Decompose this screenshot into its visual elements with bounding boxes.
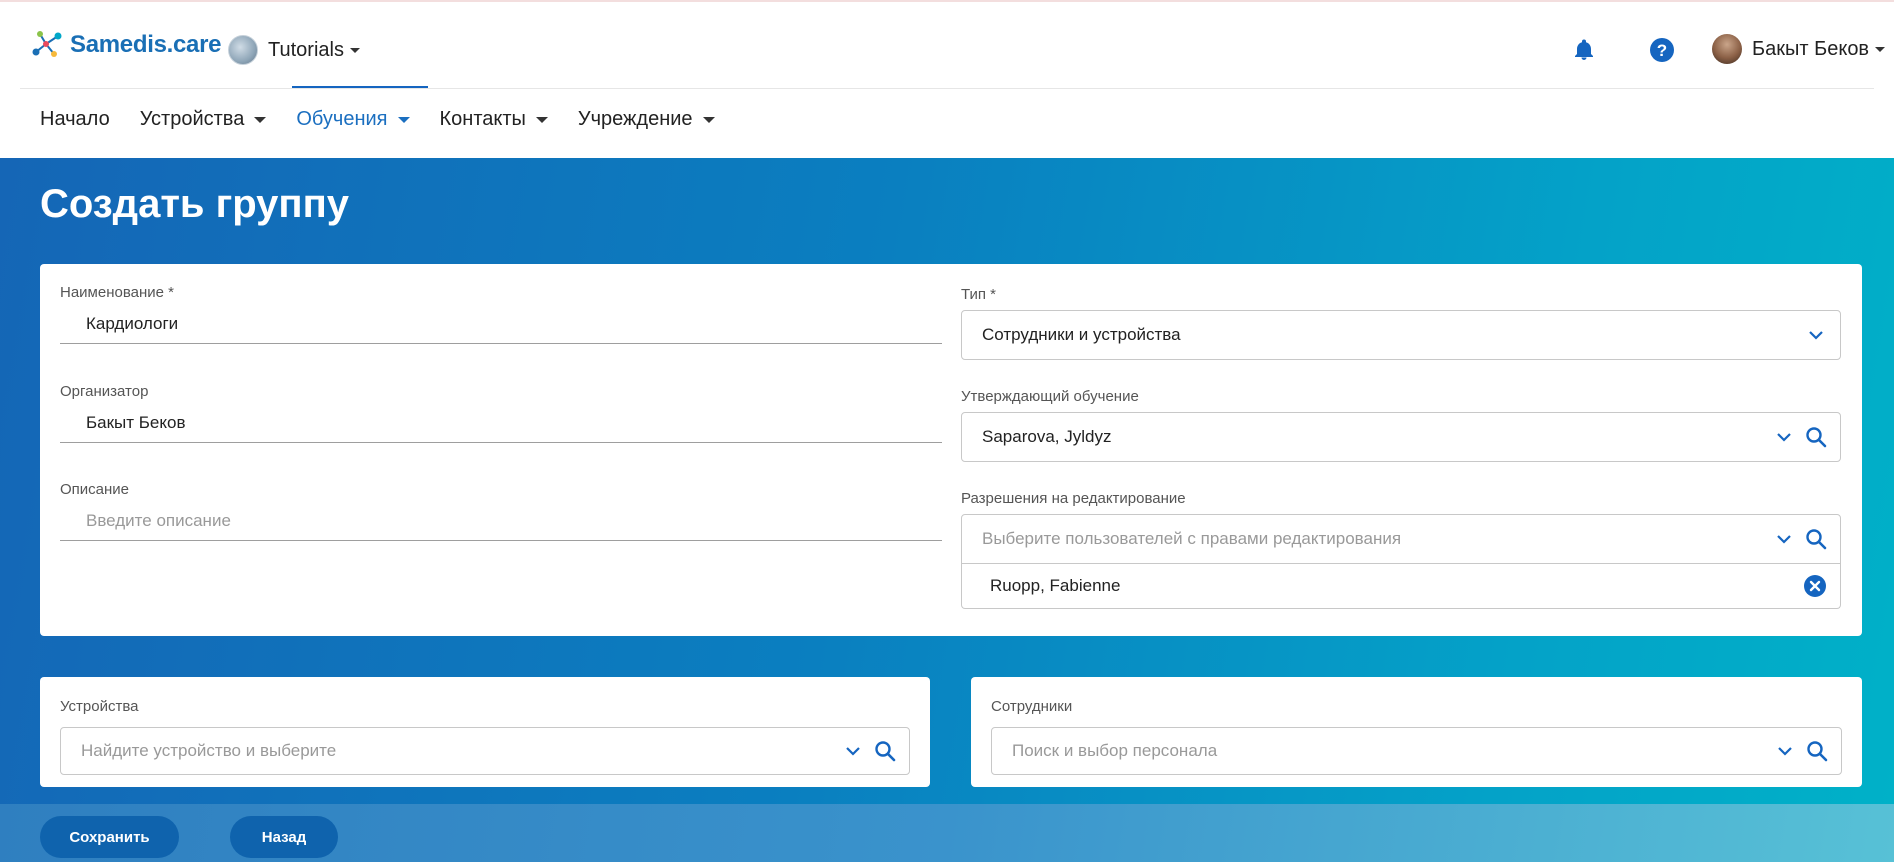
approver-select[interactable]: Saparova, Jyldyz (961, 412, 1841, 462)
caret-down-icon (535, 116, 548, 123)
devices-card: Устройства Найдите устройство и выберите (40, 677, 930, 787)
name-value: Кардиологи (86, 314, 179, 333)
caret-down-icon (702, 116, 715, 123)
nav-item-devices[interactable]: Устройства (140, 108, 267, 131)
search-icon[interactable] (1805, 739, 1829, 763)
chevron-down-icon[interactable] (1806, 325, 1826, 345)
staff-search-field[interactable]: Поиск и выбор персонала (991, 727, 1842, 775)
main-content: Создать группу Наименование * Кардиологи… (0, 158, 1894, 804)
devices-search-field[interactable]: Найдите устройство и выберите (60, 727, 910, 775)
edit-permissions-placeholder: Выберите пользователей с правами редакти… (982, 529, 1402, 548)
nav-item-label: Контакты (439, 108, 526, 130)
nav-item-label: Обучения (296, 108, 388, 130)
type-select[interactable]: Сотрудники и устройства (961, 310, 1841, 360)
selected-user-row: Ruopp, Fabienne (961, 564, 1841, 609)
back-button[interactable]: Назад (230, 816, 338, 858)
organizer-label: Организатор (60, 383, 149, 400)
logo-text: Samedis.care (70, 31, 222, 58)
staff-label: Сотрудники (991, 698, 1073, 715)
logo-network-icon (32, 31, 62, 57)
caret-down-icon (254, 116, 267, 123)
caret-down-icon (1875, 46, 1886, 52)
user-avatar (1712, 34, 1742, 64)
nav-item-home[interactable]: Начало (40, 108, 110, 131)
action-footer: Сохранить Назад (0, 804, 1894, 862)
search-icon[interactable] (873, 739, 897, 763)
organizer-field[interactable]: Бакыт Беков (60, 403, 942, 443)
save-button[interactable]: Сохранить (40, 816, 179, 858)
description-placeholder: Введите описание (86, 511, 231, 530)
devices-placeholder: Найдите устройство и выберите (81, 741, 337, 760)
description-field[interactable]: Введите описание (60, 501, 942, 541)
nav-item-contacts[interactable]: Контакты (440, 108, 548, 131)
svg-text:?: ? (1657, 41, 1667, 60)
chevron-down-icon[interactable] (843, 741, 863, 761)
name-label: Наименование * (60, 284, 174, 301)
tenant-active-indicator (292, 86, 428, 88)
tenant-avatar (228, 35, 258, 65)
nav-item-label: Устройства (139, 108, 245, 130)
nav-item-facility[interactable]: Учреждение (578, 108, 715, 131)
main-nav: Начало Устройства Обучения Контакты Учре… (40, 108, 745, 131)
nav-item-label: Учреждение (577, 108, 693, 130)
staff-card: Сотрудники Поиск и выбор персонала (971, 677, 1862, 787)
samedis-logo[interactable]: Samedis.care (30, 30, 221, 60)
user-menu[interactable]: Бакыт Беков (1712, 34, 1886, 64)
approver-label: Утверждающий обучение (961, 388, 1139, 405)
edit-permissions-label: Разрешения на редактирование (961, 490, 1186, 507)
chevron-down-icon[interactable] (1774, 529, 1794, 549)
caret-down-icon (397, 116, 410, 123)
organizer-value: Бакыт Беков (86, 413, 186, 432)
remove-icon[interactable] (1802, 573, 1828, 599)
user-name: Бакыт Беков (1752, 37, 1870, 60)
tenant-switcher[interactable]: Tutorials (228, 35, 360, 65)
selected-user-label: Ruopp, Fabienne (990, 576, 1121, 595)
page-title: Создать группу (40, 182, 349, 226)
approver-value: Saparova, Jyldyz (982, 427, 1112, 446)
search-icon[interactable] (1804, 425, 1828, 449)
group-form-card: Наименование * Кардиологи Организатор Ба… (40, 264, 1862, 636)
type-value: Сотрудники и устройства (982, 325, 1181, 344)
notification-bell-icon[interactable] (1570, 36, 1598, 64)
top-header: Samedis.care Tutorials ? Бакыт Беков (0, 0, 1894, 88)
staff-placeholder: Поиск и выбор персонала (1012, 741, 1218, 760)
nav-item-label: Начало (40, 108, 110, 130)
tenant-label: Tutorials (268, 38, 344, 61)
header-divider (20, 88, 1874, 89)
edit-permissions-select[interactable]: Выберите пользователей с правами редакти… (961, 514, 1841, 564)
chevron-down-icon[interactable] (1775, 741, 1795, 761)
search-icon[interactable] (1804, 527, 1828, 551)
name-field[interactable]: Кардиологи (60, 304, 942, 344)
caret-down-icon (349, 47, 360, 53)
type-label: Тип * (961, 286, 997, 303)
devices-label: Устройства (60, 698, 139, 715)
nav-item-trainings[interactable]: Обучения (296, 108, 410, 131)
help-icon[interactable]: ? (1648, 36, 1676, 64)
chevron-down-icon[interactable] (1774, 427, 1794, 447)
description-label: Описание (60, 481, 130, 498)
